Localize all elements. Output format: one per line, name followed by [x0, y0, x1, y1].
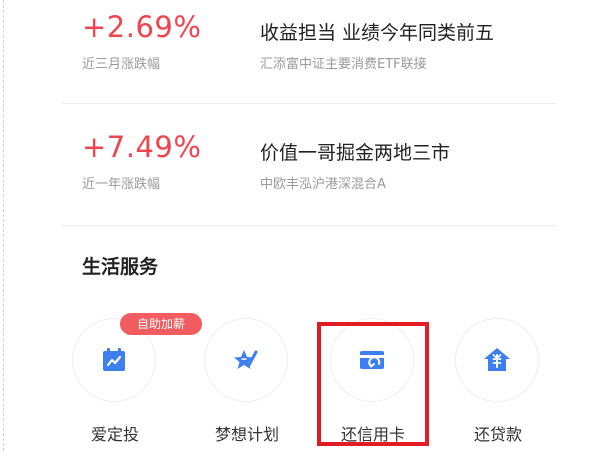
fund-name: 中欧丰泓沪港深混合A: [260, 177, 386, 192]
service-auto-invest[interactable]: 爱定投: [63, 318, 167, 448]
fund-rate-label: 近三月涨跌幅: [82, 57, 161, 72]
service-loan-repay[interactable]: 还贷款: [446, 318, 550, 448]
service-label: 梦想计划: [214, 425, 279, 444]
fund-name: 汇添富中证主要消费ETF联接: [260, 57, 427, 72]
service-icon-circle: [330, 318, 414, 402]
row-divider: [62, 103, 557, 104]
auto-raise-badge: 自助加薪: [120, 313, 202, 335]
house-loan-icon: [484, 348, 510, 371]
fund-card[interactable]: +7.49% 近一年涨跌幅 价值一哥掘金两地三市 中欧丰泓沪港深混合A: [0, 120, 600, 224]
service-label: 爱定投: [90, 425, 139, 444]
section-title-life-services: 生活服务: [82, 256, 159, 278]
fund-rate-label: 近一年涨跌幅: [82, 177, 161, 192]
service-credit-card-repay[interactable]: 还信用卡: [321, 318, 425, 448]
fund-rate: +7.49%: [82, 130, 202, 164]
service-dream-plan[interactable]: 梦想计划: [195, 318, 299, 448]
fund-rate: +2.69%: [82, 10, 202, 44]
fund-card[interactable]: +2.69% 近三月涨跌幅 收益担当 业绩今年同类前五 汇添富中证主要消费ETF…: [0, 0, 600, 104]
service-icon-circle: [204, 318, 288, 402]
service-icon-circle: [455, 318, 539, 402]
service-label: 还信用卡: [340, 425, 405, 444]
credit-card-repay-icon: [360, 351, 384, 369]
fund-title: 收益担当 业绩今年同类前五: [260, 22, 495, 44]
star-dream-icon: [234, 350, 258, 369]
row-divider: [62, 225, 557, 226]
service-label: 还贷款: [473, 425, 522, 444]
fund-title: 价值一哥掘金两地三市: [260, 142, 451, 164]
calendar-auto-invest-icon: [103, 348, 125, 371]
